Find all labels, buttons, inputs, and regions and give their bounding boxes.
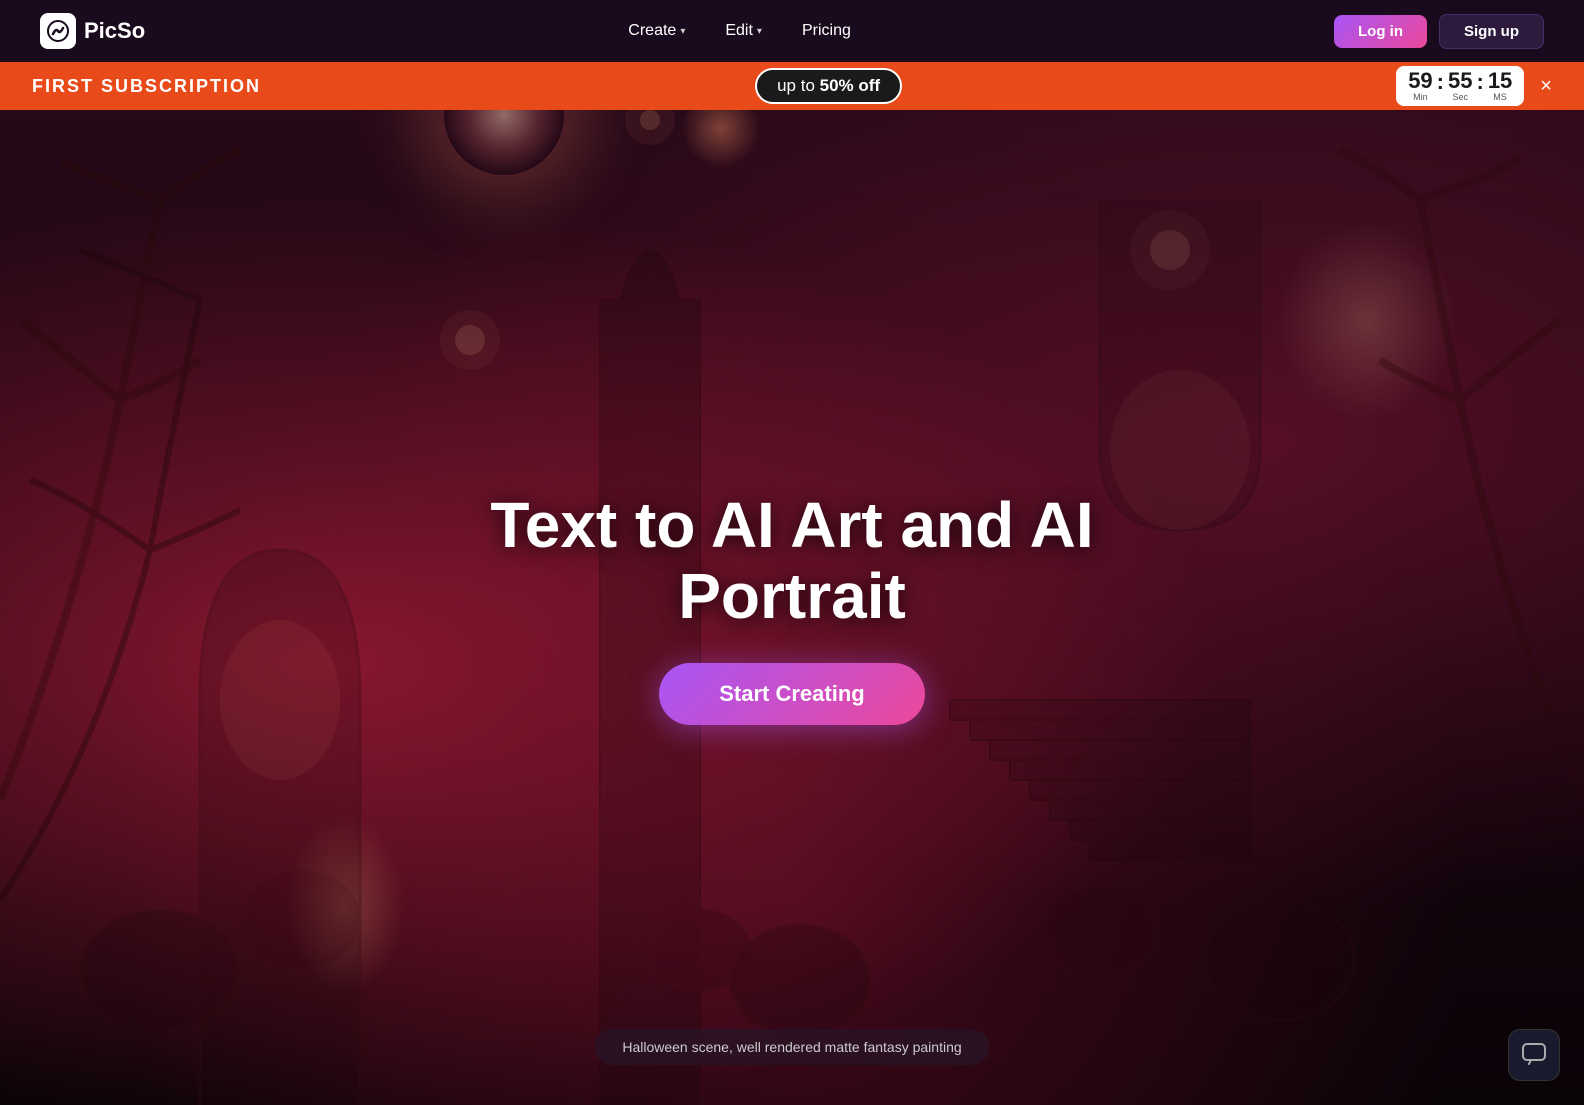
promo-text: FIRST SUBSCRIPTION bbox=[32, 76, 261, 97]
logo[interactable]: PicSo bbox=[40, 13, 145, 49]
timer-colon-2: : bbox=[1476, 71, 1483, 93]
hero-content: Text to AI Art and AI Portrait Start Cre… bbox=[392, 490, 1192, 725]
timer-seconds: 55 Sec bbox=[1448, 70, 1472, 102]
start-creating-button[interactable]: Start Creating bbox=[659, 663, 924, 725]
signup-button[interactable]: Sign up bbox=[1439, 14, 1544, 49]
timer-minutes: 59 Min bbox=[1408, 70, 1432, 102]
promo-timer: 59 Min : 55 Sec : 15 MS bbox=[1396, 66, 1524, 106]
hero-section: Text to AI Art and AI Portrait Start Cre… bbox=[0, 0, 1584, 1105]
timer-ms: 15 MS bbox=[1488, 70, 1512, 102]
chevron-down-icon: ▾ bbox=[757, 26, 762, 37]
hero-caption: Halloween scene, well rendered matte fan… bbox=[594, 1029, 989, 1065]
nav-item-create[interactable]: Create ▾ bbox=[612, 14, 701, 48]
promo-badge-value: 50% off bbox=[820, 76, 880, 95]
promo-badge-prefix: up to bbox=[777, 76, 820, 95]
nav-links: Create ▾ Edit ▾ Pricing bbox=[612, 14, 867, 48]
promo-close-button[interactable]: × bbox=[1540, 75, 1552, 98]
timer-colon-1: : bbox=[1437, 71, 1444, 93]
logo-text: PicSo bbox=[84, 18, 145, 44]
chat-icon[interactable] bbox=[1508, 1029, 1560, 1081]
nav-item-edit[interactable]: Edit ▾ bbox=[709, 14, 778, 48]
chevron-down-icon: ▾ bbox=[680, 26, 685, 37]
hero-title: Text to AI Art and AI Portrait bbox=[392, 490, 1192, 631]
nav-buttons: Log in Sign up bbox=[1334, 14, 1544, 49]
login-button[interactable]: Log in bbox=[1334, 15, 1427, 48]
promo-badge: up to 50% off bbox=[755, 68, 902, 104]
promo-banner: FIRST SUBSCRIPTION up to 50% off 59 Min … bbox=[0, 62, 1584, 110]
navbar: PicSo Create ▾ Edit ▾ Pricing Log in Sig… bbox=[0, 0, 1584, 62]
logo-icon bbox=[40, 13, 76, 49]
nav-item-pricing[interactable]: Pricing bbox=[786, 14, 867, 48]
